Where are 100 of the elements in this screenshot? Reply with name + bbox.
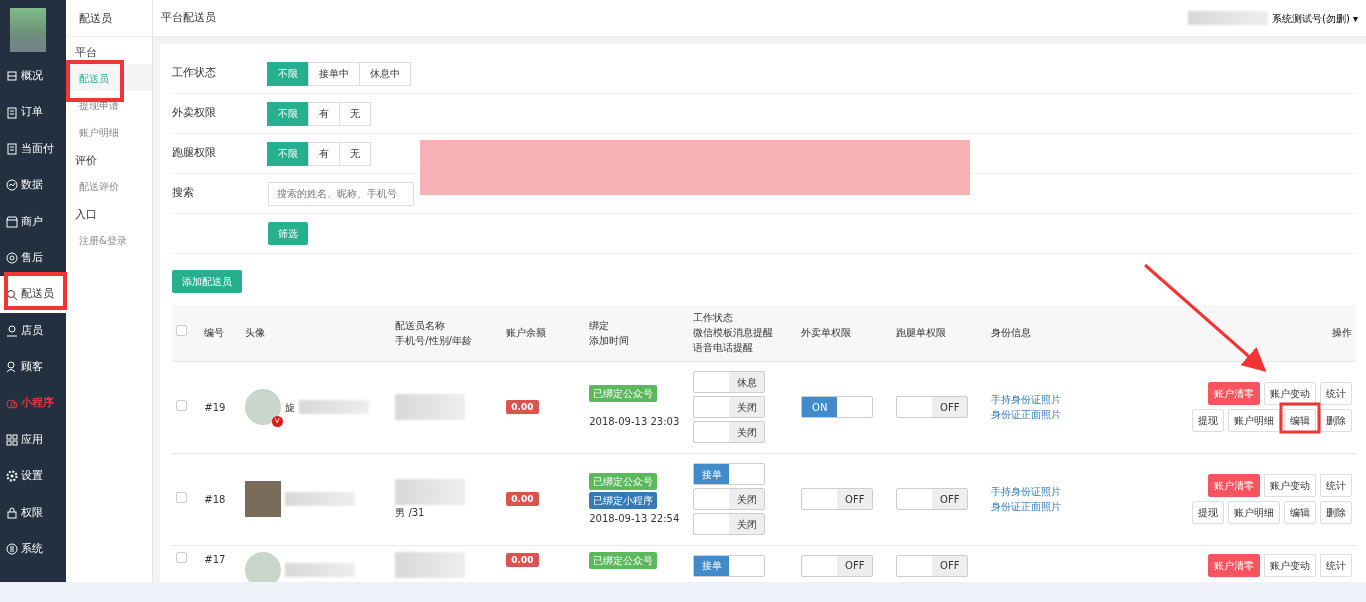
toggle-switch[interactable]: 关闭 [693,396,766,418]
balance-badge: 0.00 [506,552,539,567]
column-header: 绑定 添加时间 [585,305,690,361]
toggle-switch[interactable]: OFF [896,488,969,510]
sidebar-item[interactable]: 当面付 [0,130,66,168]
filter-option[interactable]: 接单中 [308,61,360,86]
action-button[interactable]: 账户明细 [1228,409,1280,432]
row-checkbox[interactable] [176,491,187,503]
action-button[interactable]: 统计 [1320,553,1352,577]
row-checkbox[interactable] [176,399,187,411]
row-checkbox[interactable] [176,551,187,563]
action-button[interactable]: 账户变动 [1264,474,1316,497]
sidebar-item[interactable]: 设置 [0,458,66,495]
sidebar-item[interactable]: 数据 [0,167,66,204]
toggle-switch[interactable]: 接单 [693,554,766,577]
settings-icon [6,470,18,483]
redacted-block [298,400,369,414]
column-header: 外卖单权限 [797,305,893,361]
toggle-switch[interactable]: 接单 [693,463,766,485]
pixelated-logo [10,8,46,52]
annotation-frame [66,60,124,102]
added-time: 2018-09-13 23:03 [589,415,681,429]
redacted-block [395,394,466,420]
binding-badge: 已绑定公众号 [589,551,658,569]
chart-icon [6,179,18,192]
grid-icon [6,434,18,447]
table-cell: #18 [200,453,241,545]
filter-option[interactable]: 无 [339,101,371,126]
user-menu[interactable]: 系统测试号(勿删) ▾ [1272,10,1358,26]
id-photo-link[interactable]: 手持身份证照片 [991,484,1125,499]
binding-badge: 已绑定公众号 [589,472,658,490]
filter-option[interactable]: 有 [308,101,340,126]
overview-icon [6,70,18,83]
toggle-switch[interactable]: 关闭 [693,513,766,535]
sidebar-item[interactable]: 售后 [0,239,66,277]
toggle-switch[interactable]: ON [801,396,874,418]
circle-icon [6,543,18,556]
sidebar-item[interactable]: 商户 [0,203,66,240]
filter-label: 工作状态 [172,65,217,82]
sidebar-item[interactable]: 订单 [0,94,66,131]
annotation-frame [4,272,67,310]
submenu-item[interactable]: 注册&登录 [66,226,152,253]
redacted-block [284,562,355,577]
sidebar-item[interactable]: 店员 [0,312,66,350]
sidebar-item[interactable]: 概况 [0,58,66,95]
photo-placeholder [244,481,281,517]
filter-option[interactable]: 有 [308,141,340,166]
toggle-switch[interactable]: OFF [896,396,969,418]
balance-badge: 0.00 [506,492,539,507]
binding-badge: 已绑定小程序 [589,491,658,509]
avatar-placeholder [244,551,281,582]
id-photo-link[interactable]: 身份证正面照片 [991,499,1125,514]
shop-icon [6,215,18,228]
action-button[interactable]: 统计 [1320,474,1352,497]
filter-label: 外卖权限 [172,105,217,122]
action-button[interactable]: 编辑 [1284,501,1316,524]
filter-option[interactable]: 休息中 [359,61,411,86]
submenu-title: 配送员 [66,0,152,37]
submenu-group-title: 入口 [74,207,98,223]
action-button[interactable]: 删除 [1320,501,1352,524]
action-button[interactable]: 账户明细 [1228,501,1280,524]
column-header: 账户余额 [502,305,586,361]
list-icon [6,142,18,155]
action-button[interactable]: 账户变动 [1264,382,1316,405]
action-button[interactable]: 编辑 [1284,409,1316,432]
submenu-group-title: 评价 [74,153,98,169]
search-field[interactable]: 搜索的姓名、昵称、手机号 [268,181,414,206]
action-button[interactable]: 账户变动 [1264,553,1316,577]
list-icon [6,106,18,119]
lock-icon [6,506,18,519]
submenu-item[interactable]: 配送评价 [66,172,152,199]
toggle-switch[interactable]: 关闭 [693,421,766,443]
submenu-item[interactable]: 账户明细 [66,118,152,145]
action-button[interactable]: 统计 [1320,382,1352,405]
toggle-switch[interactable]: 关闭 [693,488,766,510]
filter-option[interactable]: 无 [339,141,371,166]
added-time: 2018-09-13 22:54 [589,511,681,526]
submenu-group-title: 平台 [74,45,98,61]
gender-age: 男 /31 [395,505,426,520]
toggle-switch[interactable]: OFF [801,488,874,510]
redacted-block [395,551,466,578]
action-button[interactable]: 删除 [1320,409,1352,432]
search-icon [6,288,18,301]
binding-badge: 已绑定公众号 [589,385,658,402]
balance-badge: 0.00 [506,400,539,415]
sidebar-item[interactable]: 顾客 [0,349,66,386]
id-photo-link[interactable]: 身份证正面照片 [991,407,1125,422]
action-button[interactable]: 提现 [1192,409,1224,432]
toggle-switch[interactable]: OFF [801,554,874,577]
toggle-switch[interactable]: 休息 [693,371,766,393]
action-button[interactable]: 提现 [1192,501,1224,524]
sidebar-item[interactable]: 权限 [0,494,66,532]
toggle-switch[interactable]: OFF [896,554,969,577]
id-photo-link[interactable]: 手持身份证照片 [991,392,1125,407]
sidebar-item[interactable]: 系统 [0,531,66,568]
search-label: 搜索 [172,185,195,202]
column-header: 头像 [240,305,392,361]
sidebar-item[interactable]: 应用 [0,421,66,459]
redacted-block [395,478,466,505]
select-all-checkbox[interactable] [176,325,187,337]
